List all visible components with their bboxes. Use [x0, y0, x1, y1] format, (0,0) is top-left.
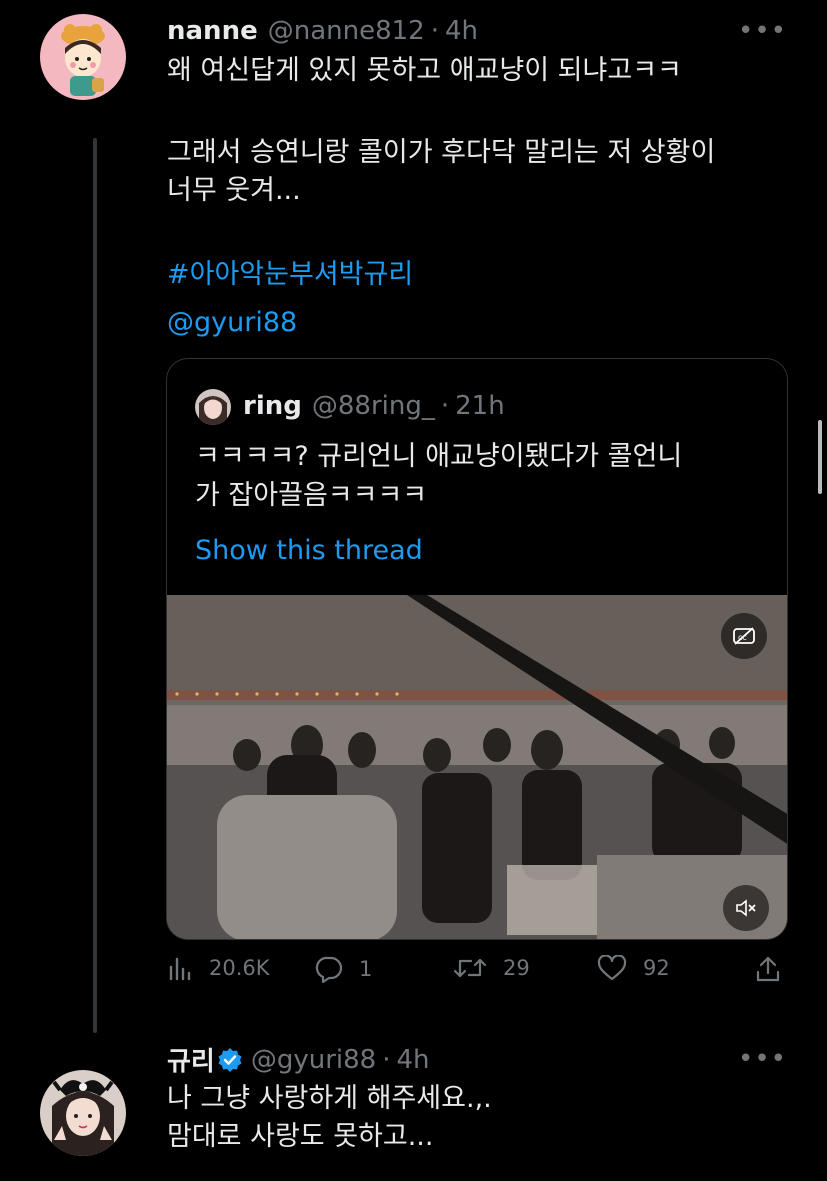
hashtag-link[interactable]: #아아악눈부셔박규리	[167, 256, 787, 294]
avatar[interactable]	[40, 1070, 126, 1156]
display-name[interactable]: nanne	[167, 16, 258, 46]
tweet-header: 규리 @gyuri88 · 4h	[167, 1041, 430, 1078]
verified-badge-icon	[217, 1047, 243, 1073]
mute-icon[interactable]	[723, 885, 769, 931]
captions-off-icon[interactable]: cc	[721, 613, 767, 659]
handle[interactable]: @gyuri88	[251, 1045, 376, 1075]
quoted-header: ring @88ring_ · 21h	[243, 391, 505, 421]
heart-icon	[597, 955, 627, 981]
views-icon	[169, 957, 191, 981]
video-frame	[167, 595, 787, 939]
timestamp[interactable]: 4h	[396, 1045, 429, 1075]
mention-link[interactable]: @gyuri88	[167, 304, 787, 342]
reply-icon	[315, 956, 343, 983]
separator: ·	[382, 1044, 391, 1075]
retweet-icon	[453, 958, 487, 978]
thread-line	[93, 138, 97, 1033]
tweet-text-line: 왜 여신답게 있지 못하고 애교냥이 되냐고ㅋㅋ	[167, 55, 682, 86]
tweet-text: 왜 여신답게 있지 못하고 애교냥이 되냐고ㅋㅋ	[167, 52, 787, 90]
reply-button[interactable]: 1	[313, 955, 372, 983]
separator: ·	[430, 16, 439, 46]
like-count: 92	[643, 956, 670, 980]
quoted-tweet[interactable]: ring @88ring_ · 21h ㅋㅋㅋㅋ? 규리언니 애교냥이됐다가 콜…	[166, 358, 788, 940]
avatar[interactable]	[40, 14, 126, 100]
tweet-text: 그래서 승연니랑 콜이가 후다닥 말리는 저 상황이 너무 웃겨...	[167, 134, 787, 210]
share-button[interactable]	[755, 955, 797, 983]
like-button[interactable]: 92	[597, 955, 670, 981]
more-options-icon[interactable]: •••	[738, 16, 787, 46]
quoted-timestamp: 21h	[455, 391, 505, 421]
quoted-text: ㅋㅋㅋㅋ? 규리언니 애교냥이됐다가 콜언니 가 잡아끌음ㅋㅋㅋㅋ	[195, 437, 765, 515]
separator: ·	[440, 391, 450, 421]
quoted-text-line: ㅋㅋㅋㅋ? 규리언니 애교냥이됐다가 콜언니	[195, 441, 683, 472]
views-button[interactable]: 20.6K	[167, 955, 270, 981]
tweet-actions: 20.6K 1 29 92	[167, 955, 787, 999]
share-icon	[756, 956, 780, 982]
show-thread-link[interactable]: Show this thread	[195, 535, 423, 566]
quoted-text-line: 가 잡아끌음ㅋㅋㅋㅋ	[195, 480, 428, 511]
more-options-icon[interactable]: •••	[738, 1044, 787, 1074]
reply-count: 1	[359, 957, 373, 981]
views-count: 20.6K	[209, 956, 270, 980]
tweet-text-line: 나 그냥 사랑하게 해주세요.,.	[167, 1083, 492, 1114]
scrollbar[interactable]	[818, 420, 822, 494]
display-name[interactable]: 규리	[167, 1041, 215, 1078]
tweet-text-line: 그래서 승연니랑 콜이가 후다닥 말리는 저 상황이	[167, 137, 716, 168]
timestamp[interactable]: 4h	[445, 16, 478, 46]
video-player[interactable]: cc	[167, 595, 787, 939]
handle[interactable]: @nanne812	[268, 16, 425, 46]
retweet-button[interactable]: 29	[453, 955, 530, 981]
retweet-count: 29	[503, 956, 530, 980]
quoted-display-name: ring	[243, 391, 302, 421]
quoted-avatar	[195, 389, 231, 425]
tweet-text-line: 맘대로 사랑도 못하고...	[167, 1121, 434, 1152]
quoted-handle: @88ring_	[311, 391, 435, 421]
tweet-header: nanne @nanne812 · 4h	[167, 16, 478, 46]
tweet-text: 나 그냥 사랑하게 해주세요.,. 맘대로 사랑도 못하고...	[167, 1080, 787, 1156]
tweet-text-line: 너무 웃겨...	[167, 175, 301, 206]
